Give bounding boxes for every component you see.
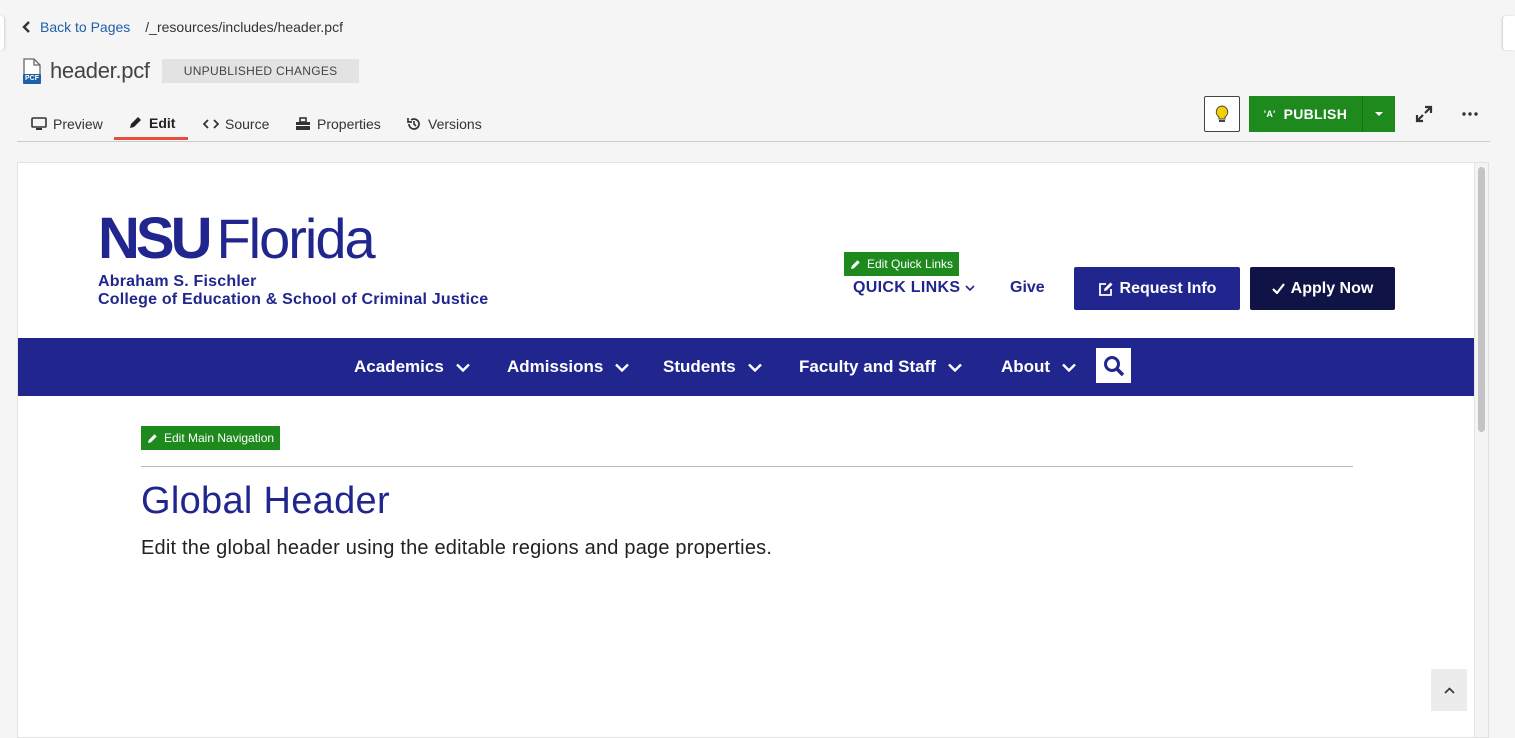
quick-links-label: QUICK LINKS <box>853 279 961 296</box>
fullscreen-button[interactable] <box>1410 100 1438 128</box>
edit-main-navigation-button[interactable]: Edit Main Navigation <box>141 426 281 450</box>
edit-quick-links-button[interactable]: Edit Quick Links <box>844 252 960 276</box>
breadcrumb: Back to Pages /_resources/includes/heade… <box>20 19 343 35</box>
nav-item-students[interactable]: Students <box>663 338 762 396</box>
logo-florida-text: Florida <box>216 207 375 270</box>
chevron-left-icon <box>22 21 30 33</box>
quick-links-dropdown[interactable]: QUICK LINKS <box>853 279 975 297</box>
pencil-icon <box>851 259 860 269</box>
caret-down-icon <box>1375 112 1383 116</box>
search-icon <box>1103 355 1124 376</box>
file-name: header.pcf <box>50 58 150 83</box>
tips-button[interactable] <box>1204 96 1240 132</box>
chevron-down-icon <box>455 363 470 372</box>
page-preview-frame: NSU Florida Abraham S. Fischler College … <box>17 162 1489 738</box>
nav-item-faculty-staff[interactable]: Faculty and Staff <box>799 338 962 396</box>
tab-properties[interactable]: Properties <box>289 108 387 140</box>
broadcast-icon: 'A' <box>1263 109 1276 119</box>
request-info-label: Request Info <box>1119 279 1217 297</box>
tab-preview-label: Preview <box>53 116 103 132</box>
give-link[interactable]: Give <box>1010 279 1045 297</box>
code-icon <box>203 119 219 129</box>
chevron-down-icon <box>747 363 762 372</box>
tab-source[interactable]: Source <box>197 108 275 140</box>
edit-main-navigation-label: Edit Main Navigation <box>164 431 275 445</box>
request-info-button[interactable]: Request Info <box>1074 267 1240 310</box>
content-divider <box>141 466 1353 467</box>
expand-icon <box>1415 105 1433 123</box>
tab-edit[interactable]: Edit <box>114 108 188 140</box>
back-to-top-button[interactable] <box>1431 669 1467 711</box>
site-search-button[interactable] <box>1096 348 1131 383</box>
chevron-up-icon <box>1443 686 1455 694</box>
tab-versions-label: Versions <box>428 116 482 132</box>
nav-item-label: Admissions <box>507 357 604 376</box>
right-panel-handle[interactable] <box>1503 16 1515 50</box>
chevron-down-icon <box>948 363 962 372</box>
file-header: PCF header.pcf UNPUBLISHED CHANGES <box>22 58 360 84</box>
logo-line-2: College of Education & School of Crimina… <box>98 291 489 308</box>
edit-quick-links-label: Edit Quick Links <box>867 257 954 271</box>
history-icon <box>407 118 420 130</box>
chevron-down-icon <box>965 284 975 291</box>
apply-now-label: Apply Now <box>1290 279 1374 297</box>
pencil-icon <box>148 433 157 443</box>
edit-square-icon <box>1098 282 1113 296</box>
chevron-down-icon <box>1062 363 1076 372</box>
main-navigation: Academics Admissions Students Faculty an… <box>18 338 1475 396</box>
pencil-icon <box>130 117 141 128</box>
more-options-button[interactable] <box>1456 100 1484 128</box>
tab-source-label: Source <box>225 116 270 132</box>
site-logo[interactable]: NSU Florida Abraham S. Fischler College … <box>98 206 489 309</box>
publish-label: PUBLISH <box>1283 106 1348 122</box>
back-to-pages-link[interactable]: Back to Pages <box>40 19 130 35</box>
lightbulb-icon <box>1215 105 1229 122</box>
monitor-icon <box>31 117 47 130</box>
nav-item-label: Academics <box>354 357 444 376</box>
tab-preview[interactable]: Preview <box>25 108 109 140</box>
ellipsis-icon <box>1462 112 1478 116</box>
nav-item-about[interactable]: About <box>1001 338 1076 396</box>
publish-button[interactable]: 'A' PUBLISH <box>1249 96 1362 132</box>
page-description: Edit the global header using the editabl… <box>141 537 773 559</box>
tab-edit-label: Edit <box>149 114 176 131</box>
scrollbar-thumb[interactable] <box>1478 167 1485 432</box>
check-icon <box>1271 283 1285 294</box>
nav-item-label: Faculty and Staff <box>799 357 936 376</box>
nav-item-label: Students <box>663 357 736 376</box>
toolbox-icon <box>296 117 310 130</box>
tab-versions[interactable]: Versions <box>400 108 488 140</box>
nav-item-label: About <box>1001 357 1051 376</box>
logo-nsu-text: NSU <box>98 206 212 271</box>
publish-dropdown-button[interactable] <box>1362 96 1395 132</box>
preview-scrollbar[interactable] <box>1474 163 1488 737</box>
nav-item-admissions[interactable]: Admissions <box>507 338 630 396</box>
chevron-down-icon <box>615 363 630 372</box>
status-badge: UNPUBLISHED CHANGES <box>161 59 360 83</box>
pcf-file-icon: PCF <box>22 58 44 84</box>
tab-properties-label: Properties <box>317 116 381 132</box>
left-panel-handle[interactable] <box>0 16 4 50</box>
file-path: /_resources/includes/header.pcf <box>145 19 343 35</box>
pcf-badge: PCF <box>23 74 41 84</box>
page-title: Global Header <box>141 480 390 522</box>
nav-item-academics[interactable]: Academics <box>354 338 470 396</box>
logo-line-1: Abraham S. Fischler <box>98 273 257 290</box>
apply-now-button[interactable]: Apply Now <box>1250 267 1395 310</box>
